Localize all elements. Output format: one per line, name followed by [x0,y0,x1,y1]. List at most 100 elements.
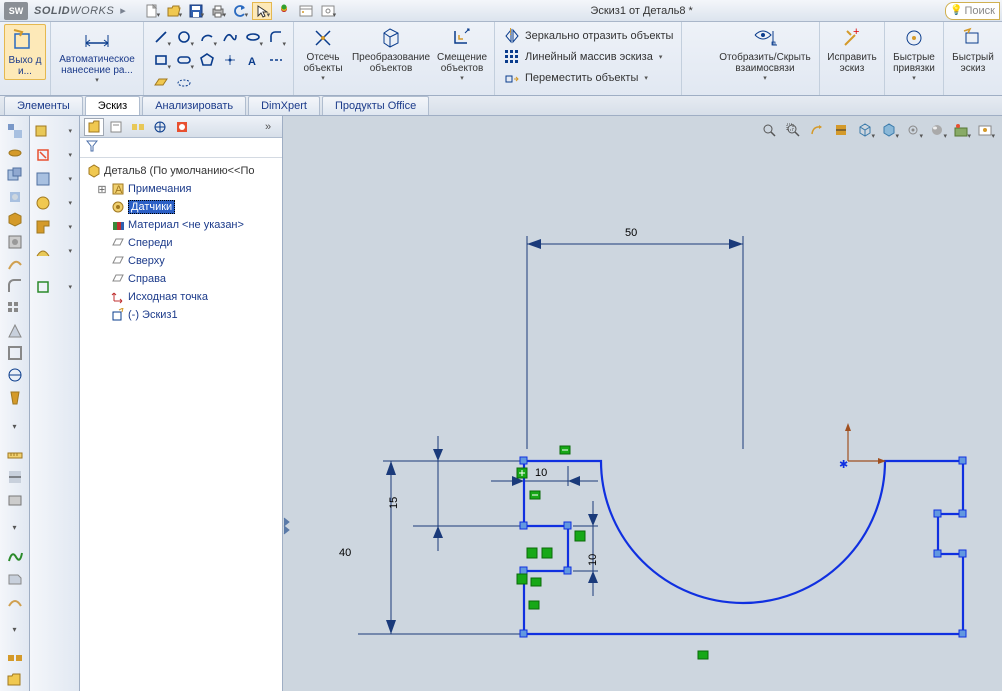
spline-feat-icon[interactable] [3,546,27,567]
more2-icon[interactable]: ▾ [3,517,27,538]
extrude-cut-icon[interactable] [3,187,27,208]
graphics-area[interactable]: ▾ ▾ ▾ ▾ ▾ ▾ 50 [283,116,1002,691]
rapid-sketch-button[interactable]: Быстрый эскиз [948,24,998,76]
select-button[interactable]: ▾ [252,2,272,20]
feature-tree-tab[interactable] [84,118,104,136]
svg-text:✱: ✱ [839,459,848,471]
dimension-40[interactable]: 40 [339,461,524,634]
expand-icon[interactable]: ⊞ [96,183,108,196]
feature-flyout-5[interactable]: ▾ [32,216,76,238]
rib-icon[interactable] [3,320,27,341]
shell-icon[interactable] [3,343,27,364]
draft-icon[interactable] [3,387,27,408]
search-input[interactable]: 💡 Поиск [945,2,1000,20]
convert-button[interactable]: Преобразование объектов [350,24,432,84]
tree-front-plane[interactable]: Спереди [82,234,280,252]
mirror-button[interactable]: ! Зеркально отразить объекты [501,26,675,46]
circle-tool[interactable]: ▾ [173,26,195,48]
panel-filter-bar[interactable] [80,138,282,158]
curve-icon[interactable] [3,254,27,275]
tree-root-label: Деталь8 (По умолчанию<<По [104,165,254,177]
boss-icon[interactable] [3,209,27,230]
geometry-icon[interactable] [3,365,27,386]
folder-icon[interactable] [3,670,27,691]
cut-icon[interactable] [3,165,27,186]
display-tab[interactable] [172,118,192,136]
plane-tool[interactable] [150,72,172,94]
dimension-10-h[interactable]: 10 [491,466,598,486]
feature-flyout-7[interactable]: ▾ [32,276,76,298]
smart-dimension-button[interactable]: Автоматическое нанесение ра... ▾ [55,24,139,86]
tree-root[interactable]: Деталь8 (По умолчанию<<По [82,162,280,180]
offset-button[interactable]: Смещение объектов ▾ [434,24,490,84]
pattern-icon[interactable] [3,298,27,319]
rectangle-tool[interactable]: ▾ [150,49,172,71]
assembly-icon[interactable] [3,647,27,668]
feature-flyout-6[interactable]: ▾ [32,240,76,262]
dimxpert-tab[interactable] [150,118,170,136]
dimension-15[interactable]: 15 [388,436,524,551]
linear-pattern-button[interactable]: Линейный массив эскиза ▾ [501,47,675,67]
tab-sketch[interactable]: Эскиз [85,96,140,115]
settings-button[interactable]: ▾ [318,2,338,20]
centerline-tool[interactable] [265,49,287,71]
panel-expand-icon[interactable]: » [258,118,278,136]
sketch-profile[interactable]: ✱ [517,423,966,659]
tab-dimxpert[interactable]: DimXpert [248,96,320,115]
rebuild-button[interactable] [274,2,294,20]
tree-right-plane[interactable]: Справа [82,270,280,288]
config-tab[interactable] [128,118,148,136]
more3-icon[interactable]: ▾ [3,619,27,640]
move-button[interactable]: Переместить объекты ▾ [501,68,675,88]
dimension-10-v[interactable]: 10 [573,501,599,596]
section-icon[interactable] [3,466,27,487]
line-tool[interactable]: ▾ [150,26,172,48]
tree-front-label: Спереди [128,237,173,249]
feature-flyout-2[interactable]: ▾ [32,144,76,166]
ellipse-tool[interactable]: ▾ [242,26,264,48]
tab-features[interactable]: Элементы [4,96,83,115]
repair-sketch-button[interactable]: + Исправить эскиз [824,24,880,76]
panel-tab-bar: » [80,116,282,138]
feature-flyout-1[interactable]: ▾ [32,120,76,142]
feature-flyout-4[interactable]: ▾ [32,192,76,214]
fillet-tool[interactable]: ▾ [265,26,287,48]
undo-button[interactable]: ▾ [230,2,250,20]
measure-icon[interactable] [3,444,27,465]
tree-material[interactable]: Материал <не указан> [82,216,280,234]
quick-snaps-button[interactable]: Быстрые привязки ▾ [889,24,939,84]
display-relations-button[interactable]: Отобразить/Скрыть взаимосвязи ▾ [715,24,815,84]
tab-evaluate[interactable]: Анализировать [142,96,246,115]
new-button[interactable]: ▾ [142,2,162,20]
tree-top-plane[interactable]: Сверху [82,252,280,270]
more-icon[interactable]: ▾ [3,416,27,437]
feature-flyout-3[interactable]: ▾ [32,168,76,190]
analysis-icon[interactable] [3,489,27,510]
print-button[interactable]: ▾ [208,2,228,20]
spline-tool[interactable] [219,26,241,48]
tree-sensors[interactable]: Датчики [82,198,280,216]
slot-tool[interactable]: ▾ [173,49,195,71]
polygon-tool[interactable] [196,49,218,71]
construction-tool[interactable] [173,72,195,94]
hole-icon[interactable] [3,231,27,252]
tree-origin[interactable]: Исходная точка [82,288,280,306]
trim-button[interactable]: Отсечь объекты ▾ [298,24,348,84]
property-tab[interactable] [106,118,126,136]
tab-office[interactable]: Продукты Office [322,96,429,115]
dimension-50[interactable]: 50 [527,227,743,449]
sheet-icon[interactable] [3,568,27,589]
features-icon[interactable] [3,120,27,141]
open-button[interactable]: ▾ [164,2,184,20]
point-tool[interactable] [219,49,241,71]
revolve-icon[interactable] [3,142,27,163]
save-button[interactable]: ▾ [186,2,206,20]
tree-annotations[interactable]: ⊞ A Примечания [82,180,280,198]
fillet-feature-icon[interactable] [3,276,27,297]
arc-tool[interactable]: ▾ [196,26,218,48]
weld-icon[interactable] [3,590,27,611]
tree-sketch[interactable]: (-) Эскиз1 [82,306,280,324]
options-button[interactable] [296,2,316,20]
exit-sketch-button[interactable]: Выхо д и... [4,24,46,80]
text-tool[interactable]: A [242,49,264,71]
